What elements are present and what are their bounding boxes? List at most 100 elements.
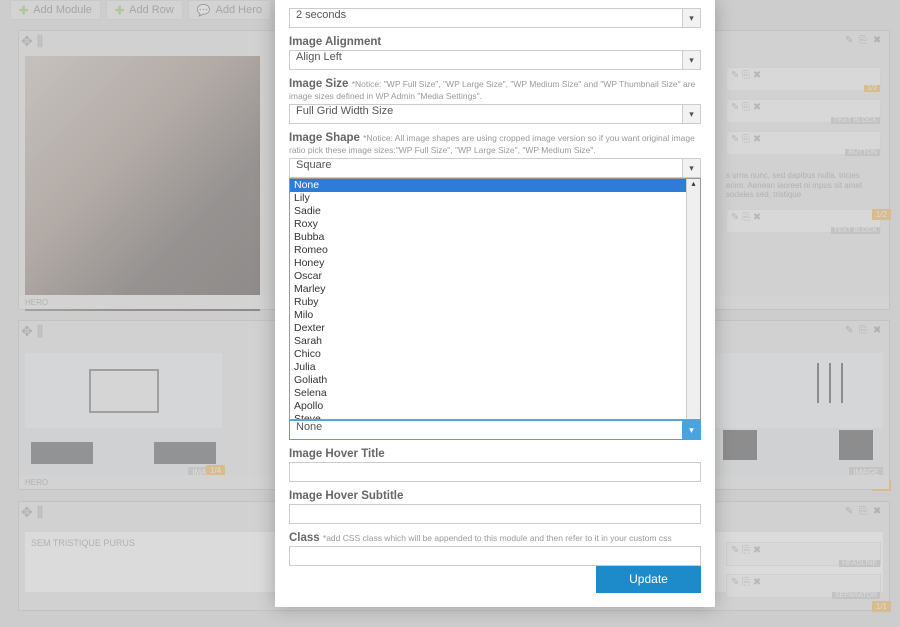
class-note: *add CSS class which will be appended to… bbox=[323, 533, 672, 543]
dropdown-option[interactable]: Chico bbox=[290, 348, 700, 361]
add-row-button[interactable]: ✚Add Row bbox=[106, 0, 183, 20]
dropdown-option[interactable]: Sarah bbox=[290, 335, 700, 348]
image-size-select[interactable]: Full Grid Width Size ▾ bbox=[289, 104, 701, 124]
chevron-down-icon: ▾ bbox=[682, 51, 700, 69]
pencil-icon[interactable]: ✎ bbox=[845, 506, 857, 518]
hover-subtitle-label: Image Hover Subtitle bbox=[289, 490, 701, 502]
trash-icon[interactable]: ✖ bbox=[873, 325, 885, 337]
image-size-label: Image Size *Notice: "WP Full Size", "WP … bbox=[289, 78, 701, 102]
headline-tag: HEADLINE bbox=[839, 560, 880, 567]
section-tools[interactable]: ✎⎘✖ bbox=[845, 325, 885, 337]
tools-icon: ✎ ⎘ ✖ bbox=[731, 102, 761, 113]
chat-icon: 💬 bbox=[197, 4, 211, 17]
plus-icon: ✚ bbox=[19, 4, 28, 17]
move-icon: ✥ bbox=[21, 323, 33, 340]
tools-icon: ✎ ⎘ ✖ bbox=[731, 212, 761, 223]
update-button[interactable]: Update bbox=[596, 566, 701, 593]
dropdown-option[interactable]: Apollo bbox=[290, 400, 700, 413]
dropdown-option[interactable]: Oscar bbox=[290, 270, 700, 283]
scroll-up-icon[interactable]: ▴ bbox=[687, 179, 700, 191]
dropdown-option[interactable]: Lily bbox=[290, 192, 700, 205]
class-input[interactable] bbox=[289, 546, 701, 566]
image-settings-modal: 2 seconds▾ Image Alignment Align Left▾ I… bbox=[275, 0, 715, 607]
align-value: Align Left bbox=[296, 51, 342, 63]
size-value: Full Grid Width Size bbox=[296, 105, 393, 117]
add-module-label: Add Module bbox=[33, 4, 92, 16]
chevron-down-icon: ▾ bbox=[682, 105, 700, 123]
tools-icon: ✎ ⎘ ✖ bbox=[731, 545, 761, 556]
separator-tag: SEPARATOR bbox=[832, 592, 880, 599]
dropdown-option[interactable]: Dexter bbox=[290, 322, 700, 335]
image-shape-select[interactable]: Square ▾ bbox=[289, 158, 701, 178]
dropdown-option[interactable]: Steve bbox=[290, 413, 700, 420]
hover-title-label: Image Hover Title bbox=[289, 448, 701, 460]
plus-icon: ✚ bbox=[115, 4, 124, 17]
duration-value: 2 seconds bbox=[296, 9, 346, 21]
dropdown-option[interactable]: Roxy bbox=[290, 218, 700, 231]
module-card[interactable]: ✎ ⎘ ✖ BUTTON bbox=[726, 131, 881, 155]
hero-image[interactable] bbox=[25, 56, 260, 311]
text-block-tag: TEXT BLOCK bbox=[831, 117, 880, 124]
dropdown-option[interactable]: Romeo bbox=[290, 244, 700, 257]
copy-icon[interactable]: ⎘ bbox=[859, 506, 871, 518]
dropdown-option[interactable]: None bbox=[290, 179, 700, 192]
class-label: Class *add CSS class which will be appen… bbox=[289, 532, 701, 544]
hover-effect-select[interactable]: None ▾ bbox=[289, 420, 701, 440]
image-module-right[interactable]: IMAGE bbox=[713, 353, 883, 478]
columns-icon: ⫼ bbox=[37, 33, 43, 50]
module-card[interactable]: ✎ ⎘ ✖ TEXT BLOCK bbox=[726, 209, 881, 233]
duration-select[interactable]: 2 seconds▾ bbox=[289, 8, 701, 28]
module-card[interactable]: ✎ ⎘ ✖ TEXT BLOCK bbox=[726, 99, 881, 123]
image-alignment-select[interactable]: Align Left ▾ bbox=[289, 50, 701, 70]
dropdown-option[interactable]: Marley bbox=[290, 283, 700, 296]
tools-icon: ✎ ⎘ ✖ bbox=[731, 134, 761, 145]
copy-icon[interactable]: ⎘ bbox=[859, 325, 871, 337]
dropdown-option[interactable]: Honey bbox=[290, 257, 700, 270]
col-tag: 1/2 bbox=[864, 85, 880, 92]
image-shape-label: Image Shape *Notice: All image shapes ar… bbox=[289, 132, 701, 156]
button-tag: BUTTON bbox=[845, 149, 880, 156]
text-block-tag: TEXT BLOCK bbox=[831, 227, 880, 234]
drag-handle[interactable]: ✥⫼ bbox=[21, 504, 43, 521]
col-badge: 1/1 bbox=[872, 601, 891, 612]
columns-icon: ⫼ bbox=[37, 504, 43, 521]
add-module-button[interactable]: ✚ Add Module bbox=[10, 0, 101, 20]
move-icon: ✥ bbox=[21, 504, 33, 521]
dropdown-option[interactable]: Ruby bbox=[290, 296, 700, 309]
move-icon: ✥ bbox=[21, 33, 33, 50]
shape-value: Square bbox=[296, 159, 331, 171]
scrollbar[interactable]: ▴ bbox=[686, 179, 700, 419]
hover-title-input[interactable] bbox=[289, 462, 701, 482]
trash-icon[interactable]: ✖ bbox=[873, 506, 885, 518]
module-card[interactable]: ✎ ⎘ ✖SEPARATOR bbox=[726, 574, 881, 598]
module-card[interactable]: ✎ ⎘ ✖ HEADLINE bbox=[726, 542, 881, 566]
pencil-icon[interactable]: ✎ bbox=[845, 35, 857, 47]
col-badge: 1/2 bbox=[872, 209, 891, 220]
columns-icon: ⫼ bbox=[37, 323, 43, 340]
section-tools[interactable]: ✎⎘✖ bbox=[845, 35, 885, 47]
pencil-icon[interactable]: ✎ bbox=[845, 325, 857, 337]
dropdown-option[interactable]: Milo bbox=[290, 309, 700, 322]
dropdown-option[interactable]: Goliath bbox=[290, 374, 700, 387]
dropdown-option[interactable]: Julia bbox=[290, 361, 700, 374]
dropdown-option[interactable]: Sadie bbox=[290, 205, 700, 218]
hover-effect-value: None bbox=[296, 421, 322, 433]
dropdown-option[interactable]: Selena bbox=[290, 387, 700, 400]
hover-subtitle-input[interactable] bbox=[289, 504, 701, 524]
section-tools[interactable]: ✎⎘✖ bbox=[845, 506, 885, 518]
image-module-left[interactable]: IMAGE bbox=[25, 353, 222, 478]
drag-handle[interactable]: ✥⫼ bbox=[21, 323, 43, 340]
dropdown-option[interactable]: Bubba bbox=[290, 231, 700, 244]
add-hero-button[interactable]: 💬 Add Hero bbox=[188, 0, 271, 20]
add-hero-label: Add Hero bbox=[216, 4, 262, 16]
chevron-down-icon: ▾ bbox=[682, 159, 700, 177]
tools-icon: ✎ ⎘ ✖ bbox=[731, 70, 761, 81]
chevron-down-icon: ▾ bbox=[682, 421, 700, 439]
module-card[interactable]: ✎ ⎘ ✖ 1/2 bbox=[726, 67, 881, 91]
copy-icon[interactable]: ⎘ bbox=[859, 35, 871, 47]
drag-handle[interactable]: ✥⫼ bbox=[21, 33, 43, 50]
trash-icon[interactable]: ✖ bbox=[873, 35, 885, 47]
hover-effect-dropdown-list[interactable]: ▴ NoneLilySadieRoxyBubbaRomeoHoneyOscarM… bbox=[289, 178, 701, 420]
image-alignment-label: Image Alignment bbox=[289, 36, 701, 48]
lorem-text: s urna nunc, sed dapibus nulla. tricies … bbox=[726, 171, 881, 200]
